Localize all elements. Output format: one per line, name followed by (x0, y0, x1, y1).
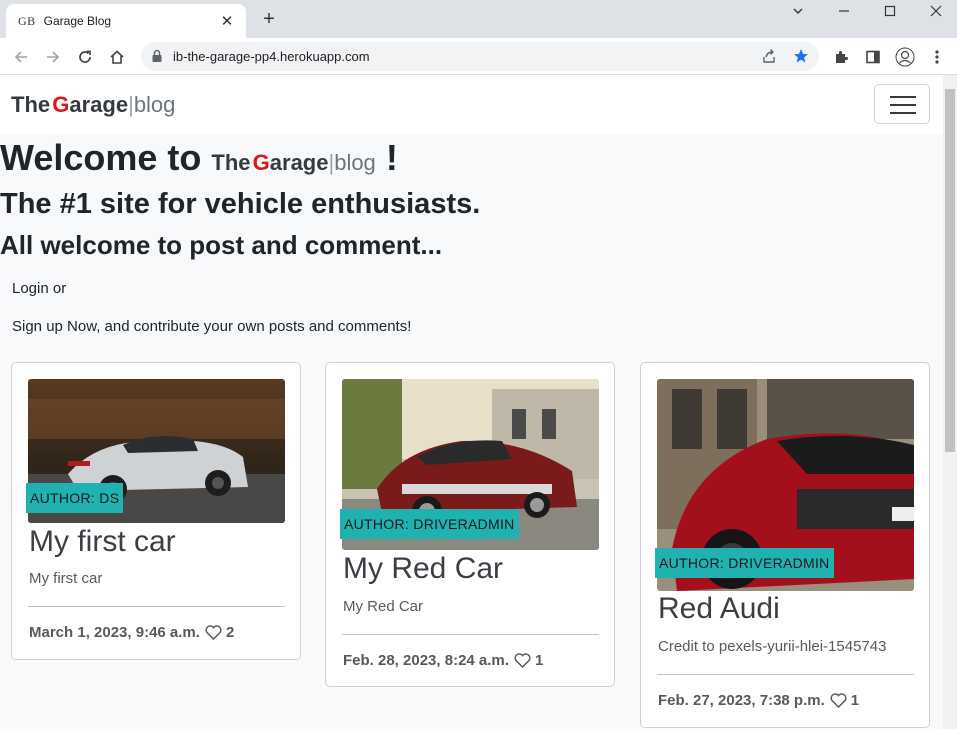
url-text[interactable]: ib-the-garage-pp4.herokuapp.com (173, 49, 370, 64)
browser-tab[interactable]: GB Garage Blog ✕ (6, 4, 246, 38)
welcome-heading: Welcome to The Garage|blog ! (0, 137, 398, 179)
minimize-icon[interactable] (829, 0, 859, 22)
post-meta: Feb. 28, 2023, 8:24 a.m. 1 (343, 652, 543, 669)
star-icon[interactable] (793, 48, 809, 69)
card-divider (342, 634, 599, 635)
browser-toolbar: ib-the-garage-pp4.herokuapp.com (0, 38, 957, 75)
page-viewport: The Garage|blog Welcome to The Garage|bl… (0, 75, 943, 729)
post-title[interactable]: Red Audi (658, 592, 780, 626)
extensions-icon[interactable] (830, 46, 852, 68)
new-tab-button[interactable]: + (258, 8, 280, 30)
maximize-icon[interactable] (875, 0, 905, 22)
back-icon[interactable] (10, 46, 32, 68)
site-logo-link[interactable]: The Garage|blog (11, 92, 175, 118)
nav-toggle-button[interactable] (874, 84, 930, 124)
brand-arage: arage (69, 92, 129, 117)
post-excerpt: My Red Car (343, 598, 424, 615)
home-icon[interactable] (106, 46, 128, 68)
post-author-badge: AUTHOR: DS (26, 483, 124, 513)
inline-brand: The Garage|blog (211, 150, 376, 175)
post-likes: 2 (225, 624, 235, 641)
site-subtitle: The #1 site for vehicle enthusiasts. (0, 188, 481, 220)
post-date: March 1, 2023, 9:46 a.m. (29, 624, 200, 641)
tab-favicon: GB (18, 13, 36, 28)
post-author-badge: AUTHOR: DRIVERADMIN (655, 548, 834, 578)
post-card[interactable]: AUTHOR: DRIVERADMIN Red Audi Credit to p… (640, 362, 930, 728)
post-card[interactable]: AUTHOR: DS My first car My first car Mar… (11, 362, 301, 660)
post-meta: March 1, 2023, 9:46 a.m. 2 (29, 624, 234, 641)
heart-icon[interactable] (514, 653, 531, 668)
tab-search-icon[interactable] (783, 0, 813, 22)
profile-icon[interactable] (894, 46, 916, 68)
signup-prompt: Sign up Now, and contribute your own pos… (12, 318, 412, 335)
reload-icon[interactable] (74, 46, 96, 68)
lock-icon[interactable] (151, 49, 163, 68)
heart-icon[interactable] (830, 693, 847, 708)
site-navbar: The Garage|blog (0, 75, 943, 134)
heart-icon[interactable] (205, 625, 222, 640)
post-title[interactable]: My first car (29, 525, 176, 559)
hamburger-icon (890, 96, 916, 98)
share-icon[interactable] (761, 48, 777, 69)
post-author-badge: AUTHOR: DRIVERADMIN (340, 509, 519, 539)
brand-g: G (52, 92, 70, 117)
tab-title: Garage Blog (43, 14, 112, 28)
tab-close-icon[interactable]: ✕ (218, 12, 236, 30)
browser-tab-strip: GB Garage Blog ✕ + (0, 0, 957, 38)
post-date: Feb. 27, 2023, 7:38 p.m. (658, 692, 825, 709)
post-excerpt: My first car (29, 570, 103, 587)
card-divider (28, 606, 285, 607)
welcome-suffix: ! (385, 137, 398, 178)
welcome-prefix: Welcome to (0, 137, 202, 178)
kebab-menu-icon[interactable] (926, 46, 948, 68)
forward-icon[interactable] (42, 46, 64, 68)
post-card[interactable]: AUTHOR: DRIVERADMIN My Red Car My Red Ca… (325, 362, 615, 687)
post-excerpt: Credit to pexels-yurii-hlei-1545743 (658, 638, 887, 655)
sidepanel-icon[interactable] (862, 46, 884, 68)
address-bar[interactable]: ib-the-garage-pp4.herokuapp.com (141, 42, 819, 71)
post-likes: 1 (534, 652, 544, 669)
post-title[interactable]: My Red Car (343, 552, 503, 586)
brand-blog: blog (133, 92, 176, 117)
brand-the: The (11, 92, 51, 117)
site-tagline: All welcome to post and comment... (0, 230, 443, 260)
post-date: Feb. 28, 2023, 8:24 a.m. (343, 652, 509, 669)
post-likes: 1 (850, 692, 860, 709)
close-window-icon[interactable] (921, 0, 951, 22)
post-meta: Feb. 27, 2023, 7:38 p.m. 1 (658, 692, 859, 709)
scrollbar-thumb[interactable] (945, 89, 955, 452)
login-prompt: Login or (12, 280, 67, 297)
page-scrollbar[interactable] (943, 75, 957, 729)
card-divider (657, 674, 914, 675)
